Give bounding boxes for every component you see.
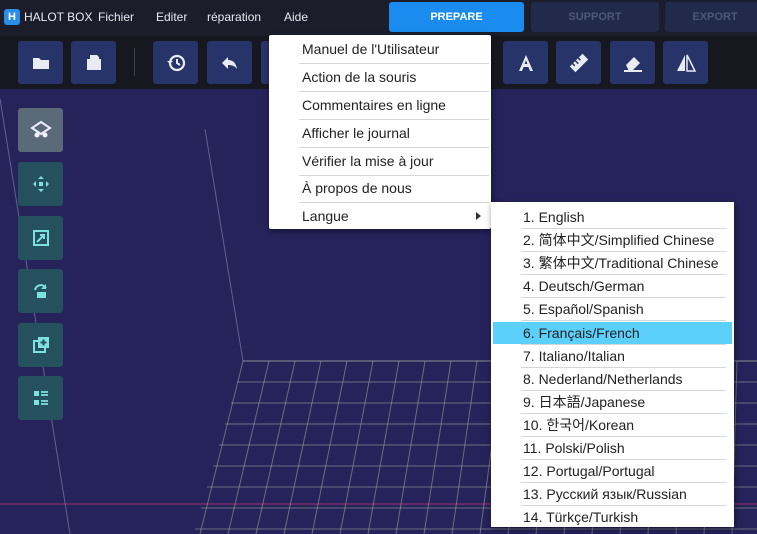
duplicate-tool-button[interactable]: [18, 323, 63, 367]
language-option[interactable]: 9. 日本語/Japanese: [493, 391, 732, 413]
language-option[interactable]: 6. Français/French: [493, 321, 732, 344]
open-folder-icon: [32, 57, 49, 69]
language-option[interactable]: 11. Polski/Polish: [493, 437, 732, 459]
list-icon: [33, 391, 48, 405]
toolbar-separator: [134, 48, 135, 76]
menu-item-online-feedback[interactable]: Commentaires en ligne: [269, 92, 491, 119]
ruler-button[interactable]: [556, 41, 601, 84]
submenu-arrow-icon: [476, 212, 481, 220]
ruler-icon: [569, 53, 588, 72]
language-option[interactable]: 2. 简体中文/Simplified Chinese: [493, 229, 732, 251]
mirror-icon: [676, 54, 696, 72]
menu-reparation[interactable]: réparation: [207, 10, 261, 24]
app-title: HALOT BOX: [24, 10, 93, 24]
history-icon: [166, 54, 185, 71]
tab-support[interactable]: SUPPORT: [531, 2, 659, 32]
app-logo: H: [4, 9, 20, 25]
menu-aide[interactable]: Aide: [284, 10, 308, 24]
language-option[interactable]: 14. Türkçe/Turkish: [493, 506, 732, 528]
language-option[interactable]: 8. Nederland/Netherlands: [493, 368, 732, 390]
eraser-button[interactable]: [610, 41, 655, 84]
history-button[interactable]: [153, 41, 198, 84]
menu-item-show-log[interactable]: Afficher le journal: [269, 120, 491, 147]
language-option[interactable]: 13. Русский язык/Russian: [493, 483, 732, 505]
layers-icon: [29, 120, 52, 138]
scale-icon: [32, 230, 49, 246]
scale-tool-button[interactable]: [18, 216, 63, 260]
text-icon: [518, 54, 533, 71]
undo-button[interactable]: [207, 41, 252, 84]
open-folder-button[interactable]: [18, 41, 63, 84]
menu-fichier[interactable]: Fichier: [98, 10, 134, 24]
language-option[interactable]: 5. Español/Spanish: [493, 298, 732, 320]
rotate-icon: [33, 284, 47, 298]
mirror-button[interactable]: [663, 41, 708, 84]
open-file-button[interactable]: [71, 41, 116, 84]
open-file-icon: [86, 54, 101, 70]
language-option[interactable]: 10. 한국어/Korean: [493, 414, 732, 436]
aide-dropdown-menu: Manuel de l'Utilisateur Action de la sou…: [269, 35, 491, 229]
menu-bar: H HALOT BOX Fichier Editer réparation Ai…: [0, 0, 757, 36]
text-button[interactable]: [503, 41, 548, 84]
tab-prepare[interactable]: PREPARE: [389, 2, 524, 32]
eraser-icon: [623, 56, 642, 72]
menu-item-user-manual[interactable]: Manuel de l'Utilisateur: [269, 36, 491, 63]
tab-export[interactable]: EXPORT: [665, 2, 757, 32]
language-option[interactable]: 1. English: [493, 206, 732, 228]
language-option[interactable]: 7. Italiano/Italian: [493, 345, 732, 367]
menu-item-about-us[interactable]: À propos de nous: [269, 175, 491, 202]
menu-item-check-update[interactable]: Vérifier la mise à jour: [269, 148, 491, 175]
menu-item-mouse-action[interactable]: Action de la souris: [269, 64, 491, 91]
language-option[interactable]: 4. Deutsch/German: [493, 275, 732, 297]
duplicate-icon: [32, 337, 49, 353]
language-option[interactable]: 3. 繁体中文/Traditional Chinese: [493, 252, 732, 274]
list-tool-button[interactable]: [18, 376, 63, 420]
move-tool-button[interactable]: [18, 162, 63, 206]
menu-item-language[interactable]: Langue: [269, 203, 491, 230]
move-icon: [32, 176, 49, 192]
menu-editer[interactable]: Editer: [156, 10, 187, 24]
rotate-tool-button[interactable]: [18, 269, 63, 313]
layers-tool-button[interactable]: [18, 108, 63, 152]
undo-icon: [221, 56, 237, 69]
language-submenu: 1. English 2. 简体中文/Simplified Chinese 3. 繁…: [491, 202, 734, 527]
menu-item-language-label: Langue: [302, 208, 349, 224]
language-option[interactable]: 12. Portugal/Portugal: [493, 460, 732, 482]
